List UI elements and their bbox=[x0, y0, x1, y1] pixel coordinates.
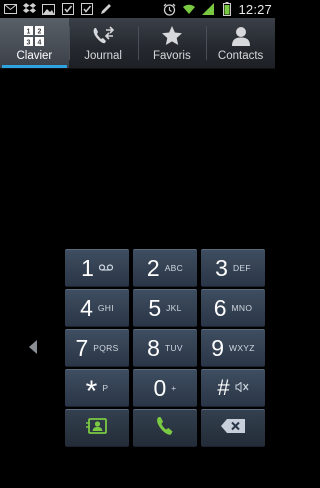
key-letters: DEF bbox=[232, 263, 251, 273]
tab-label: Contacts bbox=[217, 50, 264, 62]
contact-icon bbox=[231, 24, 251, 48]
tab-contacts[interactable]: Contacts bbox=[206, 18, 275, 68]
status-bar: 12:27 bbox=[0, 0, 275, 18]
key-letters: TUV bbox=[164, 343, 183, 353]
tab-journal[interactable]: Journal bbox=[68, 18, 138, 68]
panel-arrow-left-icon[interactable] bbox=[29, 340, 37, 354]
calendar-check-icon bbox=[60, 2, 75, 16]
call-log-icon bbox=[92, 24, 115, 48]
dialer-tab-bar: 1 2 3 4 Clavier Journal Favoris Contacts bbox=[0, 18, 275, 69]
key-digit: * bbox=[85, 375, 98, 408]
tab-favoris[interactable]: Favoris bbox=[137, 18, 207, 68]
alarm-icon bbox=[162, 2, 177, 16]
voicemail-icon bbox=[98, 263, 113, 273]
call-button[interactable] bbox=[133, 409, 197, 447]
key-1[interactable]: 1 bbox=[65, 249, 129, 287]
key-digit: 1 bbox=[81, 254, 94, 281]
system-icons: 12:27 bbox=[162, 2, 272, 17]
key-letters: GHI bbox=[97, 303, 114, 313]
key-digit: 9 bbox=[211, 334, 225, 361]
key-9[interactable]: 9 WXYZ bbox=[201, 329, 265, 367]
key-8[interactable]: 8 TUV bbox=[133, 329, 197, 367]
mute-icon bbox=[235, 381, 249, 394]
tab-clavier[interactable]: 1 2 3 4 Clavier bbox=[0, 18, 69, 68]
tab-label: Clavier bbox=[16, 50, 53, 62]
svg-text:3: 3 bbox=[27, 40, 31, 47]
backspace-button[interactable] bbox=[201, 409, 265, 447]
svg-text:4: 4 bbox=[38, 40, 42, 47]
key-letters: PQRS bbox=[93, 343, 119, 353]
calendar-check-icon bbox=[79, 2, 94, 16]
dial-keypad: 1 2 ABC 3 DEF 4 GHI 5 JKL 6 MNO 7 PQRS 8… bbox=[65, 249, 265, 447]
signal-icon bbox=[200, 2, 215, 16]
svg-text:2: 2 bbox=[38, 29, 42, 36]
star-icon bbox=[161, 24, 182, 48]
key-star[interactable]: * P bbox=[65, 369, 129, 407]
key-letters: P bbox=[102, 383, 109, 393]
key-digit: 8 bbox=[147, 334, 160, 361]
key-digit: 2 bbox=[146, 254, 160, 281]
key-7[interactable]: 7 PQRS bbox=[65, 329, 129, 367]
key-hash[interactable]: # bbox=[201, 369, 265, 407]
battery-icon bbox=[219, 2, 234, 16]
key-3[interactable]: 3 DEF bbox=[201, 249, 265, 287]
wifi-icon bbox=[181, 2, 196, 16]
key-4[interactable]: 4 GHI bbox=[65, 289, 129, 327]
add-contact-icon bbox=[86, 417, 108, 440]
key-0[interactable]: 0 + bbox=[133, 369, 197, 407]
pen-icon bbox=[98, 2, 113, 16]
notification-icons bbox=[3, 2, 113, 16]
key-digit: 4 bbox=[80, 294, 93, 321]
backspace-icon bbox=[221, 418, 245, 438]
email-icon bbox=[3, 2, 18, 16]
key-letters: ABC bbox=[164, 263, 184, 273]
photo-icon bbox=[41, 2, 56, 16]
add-contact-button[interactable] bbox=[65, 409, 129, 447]
key-letters: JKL bbox=[166, 303, 182, 313]
key-digit: 7 bbox=[75, 334, 89, 361]
tab-label: Journal bbox=[84, 50, 122, 62]
dropbox-icon bbox=[22, 2, 37, 16]
tab-label: Favoris bbox=[153, 50, 191, 62]
key-digit: 0 bbox=[153, 374, 167, 401]
key-2[interactable]: 2 ABC bbox=[133, 249, 197, 287]
key-5[interactable]: 5 JKL bbox=[133, 289, 197, 327]
key-letters: MNO bbox=[231, 303, 253, 313]
key-6[interactable]: 6 MNO bbox=[201, 289, 265, 327]
keypad-icon: 1 2 3 4 bbox=[24, 24, 45, 48]
key-digit: 3 bbox=[215, 254, 228, 281]
status-clock: 12:27 bbox=[238, 1, 272, 17]
key-digit: 5 bbox=[148, 294, 162, 321]
key-letters: WXYZ bbox=[229, 343, 255, 353]
key-digit: 6 bbox=[213, 294, 227, 321]
key-digit: # bbox=[217, 375, 230, 400]
svg-text:1: 1 bbox=[27, 29, 31, 36]
phone-call-icon bbox=[155, 416, 175, 441]
key-letters: + bbox=[171, 383, 177, 393]
